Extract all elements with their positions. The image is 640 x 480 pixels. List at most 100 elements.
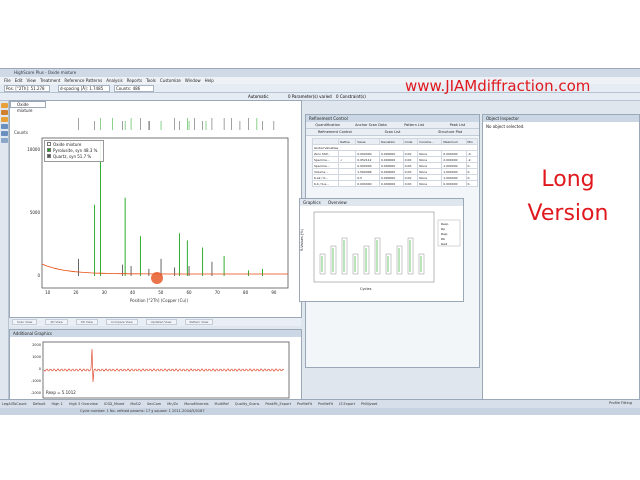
desk-tab[interactable]: Quality_Scans <box>235 402 260 406</box>
tool-icon[interactable] <box>1 103 8 108</box>
legend-swatch <box>47 154 51 158</box>
refinement-subtabs: Refinement Control Scan List Structure Plo… <box>306 129 479 136</box>
refinement-tab[interactable]: Pattern List <box>393 122 436 128</box>
menu-item-help[interactable]: Help <box>205 78 214 83</box>
object-inspector-message: No object selected. <box>486 124 525 129</box>
r-value-bar <box>385 253 392 275</box>
desk-tab[interactable]: Default <box>33 402 46 406</box>
desk-tab[interactable]: LegAllToCount <box>2 402 27 406</box>
tool-icon[interactable] <box>1 131 8 136</box>
view-tab[interactable]: Pattern View <box>184 319 214 325</box>
position-field[interactable]: Pos. [°2Th]: 51.278 <box>4 85 50 92</box>
view-tab[interactable]: Compare View <box>105 319 138 325</box>
legend-entry: Quartz, syn 51.7 % <box>45 153 103 159</box>
refinement-subtab[interactable]: Scan List <box>364 129 422 135</box>
grid-cell: K-b / K-a... <box>311 180 340 187</box>
tool-icon[interactable] <box>1 117 8 122</box>
screen: HighScore Plus - Oxide mixture File Edit V… <box>0 0 640 480</box>
phase-legend: Oxide mixture Pyrolusite, syn 48.3 % Quart… <box>44 140 104 162</box>
left-toolbox <box>0 101 9 406</box>
tool-icon[interactable] <box>1 138 8 143</box>
legend-swatch <box>47 142 51 146</box>
difference-y-ticks: 2000 1000 0 -1000 -2000 <box>31 343 41 395</box>
menu-item-file[interactable]: File <box>4 78 11 83</box>
r-value-bar <box>418 253 425 275</box>
difference-plot[interactable]: 2000 1000 0 -1000 -2000 Rexp = 5.1012 <box>10 337 303 405</box>
scan-plot[interactable]: 10000 5000 0 10 20 30 40 50 60 70 80 90 <box>9 100 302 318</box>
r-value-bar <box>330 245 337 275</box>
view-tab[interactable]: Scan View <box>12 319 38 325</box>
y-tick-label: 5000 <box>30 210 41 215</box>
menu-item-view[interactable]: View <box>26 78 36 83</box>
object-inspector-title: Object Inspector <box>483 115 639 122</box>
view-tab[interactable]: 2D View <box>45 319 68 325</box>
legend-label: Oxide mixture <box>53 141 82 147</box>
menu-item-reports[interactable]: Reports <box>127 78 142 83</box>
menu-item-analysis[interactable]: Analysis <box>106 78 122 83</box>
tool-icon[interactable] <box>1 110 8 115</box>
refinement-tab[interactable]: Quantification <box>306 122 349 128</box>
x-tick-label: 40 <box>130 290 136 295</box>
r-legend-entry: Rw2 <box>441 242 448 246</box>
graphics-tabs: Graphics Overview <box>300 199 463 206</box>
desk-tab[interactable]: MultiRef <box>215 402 229 406</box>
r-values-y-label: R-Values (%) <box>300 228 304 251</box>
desk-tab[interactable]: PeakFit_Export <box>265 402 291 406</box>
status-bar: LegAllToCount Default High 1 High 3 Overvie… <box>0 399 640 415</box>
refinement-subtab[interactable]: Refinement Control <box>306 129 364 135</box>
tab-graphics[interactable]: Graphics <box>303 200 321 205</box>
desk-tab[interactable]: ProfileFit <box>318 402 333 406</box>
desk-tab[interactable]: High 3 Overview <box>69 402 98 406</box>
x-tick-label: 30 <box>102 290 108 295</box>
dspacing-field[interactable]: d-spacing [Å]: 1.7485 <box>58 85 110 92</box>
menu-item-reference-patterns[interactable]: Reference Patterns <box>64 78 102 83</box>
desk-tab[interactable]: ProfileFit <box>297 402 312 406</box>
counts-field[interactable]: Counts: 486 <box>114 85 154 92</box>
desk-tab[interactable]: MonoMinerals <box>184 402 208 406</box>
desk-tab[interactable]: SecCom <box>147 402 161 406</box>
desk-tab[interactable]: High 1 <box>51 402 62 406</box>
grid-cell: 0.000000 <box>441 180 467 187</box>
menu-item-treatment[interactable]: Treatment <box>40 78 60 83</box>
x-tick-label: 90 <box>271 290 277 295</box>
website-overlay: www.JIAMdiffraction.com <box>405 77 591 95</box>
y-axis-label: Counts <box>14 130 28 135</box>
refinement-tab[interactable]: Anchor Scan Data <box>349 122 392 128</box>
view-tab[interactable]: 3D View <box>75 319 98 325</box>
r-value-bar <box>363 245 370 275</box>
long-version-overlay: Long Version <box>527 167 609 226</box>
profile-fitting-mode[interactable]: Profile Fitting <box>609 401 632 405</box>
menu-item-edit[interactable]: Edit <box>15 78 23 83</box>
r-value-bar <box>319 253 326 275</box>
desk-tab[interactable]: Mn/Zn <box>167 402 178 406</box>
tool-icon[interactable] <box>1 124 8 129</box>
grid-cell: 0.000000 <box>355 180 380 187</box>
grid-cell[interactable] <box>338 180 357 187</box>
r-legend-entry: Rp <box>441 227 445 231</box>
constraints-count: 0 Constraint(s) <box>336 94 366 99</box>
menu-item-customize[interactable]: Customize <box>160 78 181 83</box>
r-legend-entry: Rwp <box>441 232 448 236</box>
difference-y-tick: -1000 <box>31 379 41 383</box>
refinement-tab[interactable]: Peak List <box>436 122 479 128</box>
additional-graphics-title: Additional Graphics <box>10 330 301 337</box>
x-tick-label: 80 <box>243 290 249 295</box>
desk-tab[interactable]: PhBijvoet <box>361 402 377 406</box>
status-info: Cycle number: 1 No. refined params: 17 χ… <box>0 408 640 415</box>
r-values-chart[interactable]: R-Values (%) Cycles RexpRpRwpRbRw2 <box>300 206 465 302</box>
y-tick-label: 0 <box>37 273 40 278</box>
menu-item-window[interactable]: Window <box>185 78 201 83</box>
desk-tab[interactable]: ICSD_Mixed <box>104 402 124 406</box>
menu-item-tools[interactable]: Tools <box>146 78 156 83</box>
window-title: HighScore Plus - Oxide mixture <box>0 69 640 77</box>
table-row[interactable]: K-b / K-a... 0.000000 0.000000 0.00 None 0.00… <box>311 180 479 187</box>
refinement-subtab[interactable]: Structure Plot <box>421 129 479 135</box>
desk-tab[interactable]: MoSi2 <box>130 402 141 406</box>
refinement-tabs: Quantification Anchor Scan Data Pattern Li… <box>306 122 479 129</box>
view-tab[interactable]: Updated View <box>145 319 177 325</box>
tab-overview[interactable]: Overview <box>328 200 347 205</box>
r-legend-entry: Rb <box>441 237 445 241</box>
legend-label: Quartz, syn 51.7 % <box>53 153 92 159</box>
legend-entry: Pyrolusite, syn 48.3 % <box>45 147 103 153</box>
desk-tab[interactable]: LT-Export <box>339 402 355 406</box>
